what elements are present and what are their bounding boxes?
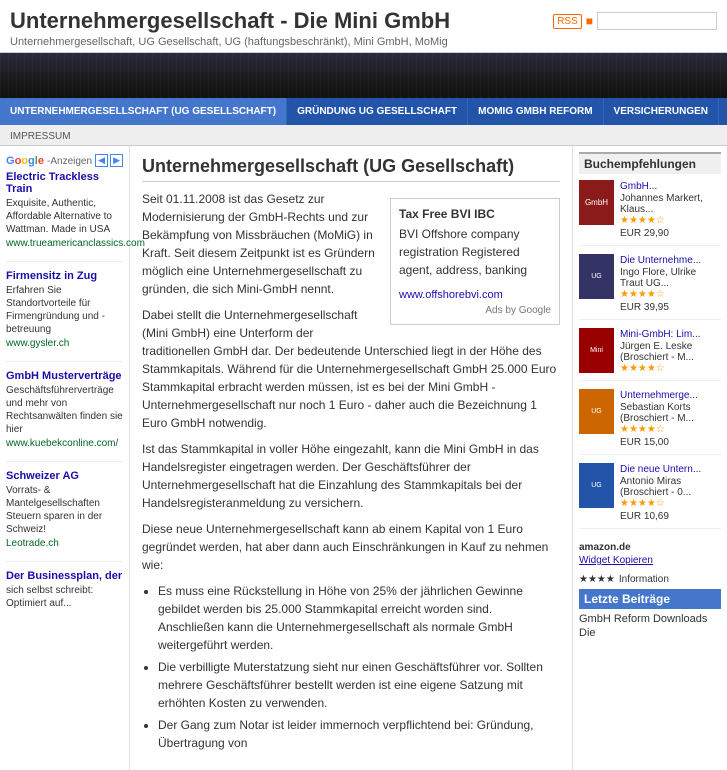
ad-desc: sich selbst schreibt: Optimiert auf... <box>6 584 123 610</box>
ad-prev[interactable]: ◀ <box>95 154 108 167</box>
ad-url[interactable]: www.kuebekconline.com/ <box>6 438 123 449</box>
ad-url[interactable]: Leotrade.ch <box>6 538 123 549</box>
book-info: Mini-GmbH: Lim... Jürgen E. Leske (Brosc… <box>620 328 721 374</box>
impressum-link[interactable]: IMPRESSUM <box>10 131 71 142</box>
book-title[interactable]: Mini-GmbH: Lim... <box>620 328 721 341</box>
ad-item: GmbH Musterverträge Geschäftsführervertr… <box>6 370 123 462</box>
nav-item-ug[interactable]: UNTERNEHMERGESELLSCHAFT (UG GESELLSCHAFT… <box>0 98 287 125</box>
google-ads-header: Google -Anzeigen ◀ ▶ <box>6 154 123 167</box>
ad-desc: Exquisite, Authentic, Affordable Alterna… <box>6 197 123 236</box>
content-para4: Diese neue Unternehmergesellschaft kann … <box>142 520 560 574</box>
header: Unternehmergesellschaft - Die Mini GmbH … <box>0 0 727 53</box>
ad-url[interactable]: www.trueamericanclassics.com <box>6 238 123 249</box>
nav: UNTERNEHMERGESELLSCHAFT (UG GESELLSCHAFT… <box>0 98 727 125</box>
book-title[interactable]: Die neue Untern... <box>620 463 721 476</box>
google-logo: Google -Anzeigen <box>6 155 92 167</box>
book-author: Antonio Miras (Broschiert - 0... <box>620 476 721 498</box>
nav-item-versicherungen[interactable]: VERSICHERUNGEN <box>604 98 719 125</box>
book-item: Mini Mini-GmbH: Lim... Jürgen E. Leske (… <box>579 328 721 381</box>
book-item: UG Die Unternehme... Ingo Flore, Ulrike … <box>579 254 721 320</box>
list-item: Der Gang zum Notar ist leider immernoch … <box>158 716 560 752</box>
tax-box-desc: BVI Offshore company registration Regist… <box>399 225 551 279</box>
ad-item: Schweizer AG Vorrats- & Mantelgesellscha… <box>6 470 123 562</box>
ad-item: Electric Trackless Train Exquisite, Auth… <box>6 171 123 262</box>
ad-title[interactable]: Electric Trackless Train <box>6 171 123 195</box>
site-title: Unternehmergesellschaft - Die Mini GmbH <box>10 8 450 34</box>
book-title[interactable]: GmbH... <box>620 180 721 193</box>
rss-feed-icon: ■ <box>586 14 593 28</box>
book-cover: UG <box>579 463 614 508</box>
book-stars: ★★★★☆ <box>620 215 721 226</box>
main-layout: Google -Anzeigen ◀ ▶ Electric Trackless … <box>0 146 727 770</box>
book-author: Johannes Markert, Klaus... <box>620 193 721 215</box>
book-price: EUR 15,00 <box>620 437 721 448</box>
book-stars: ★★★★☆ <box>620 363 721 374</box>
book-cover: UG <box>579 389 614 434</box>
tax-box-title: Tax Free BVI IBC <box>399 207 551 221</box>
left-sidebar: Google -Anzeigen ◀ ▶ Electric Trackless … <box>0 146 130 770</box>
book-price: EUR 39,95 <box>620 302 721 313</box>
header-tools: RSS ■ <box>553 12 717 30</box>
content-heading: Unternehmergesellschaft (UG Gesellschaft… <box>142 156 560 182</box>
book-item: UG Unternehmerge... Sebastian Korts (Bro… <box>579 389 721 455</box>
ad-title[interactable]: GmbH Musterverträge <box>6 370 123 382</box>
tax-box-url[interactable]: www.offshorebvi.com <box>399 289 503 301</box>
book-cover: GmbH <box>579 180 614 225</box>
letzte-item[interactable]: GmbH Reform Downloads <box>579 613 721 625</box>
ad-navigation: ◀ ▶ <box>95 154 123 167</box>
ad-item: Firmensitz in Zug Erfahren Sie Standortv… <box>6 270 123 362</box>
ad-desc: Erfahren Sie Standortvorteile für Firmen… <box>6 284 123 336</box>
book-author: Sebastian Korts (Broschiert - M... <box>620 402 721 424</box>
book-cover: UG <box>579 254 614 299</box>
letzte-item[interactable]: Die <box>579 627 721 639</box>
book-info: Die Unternehme... Ingo Flore, Ulrike Tra… <box>620 254 721 313</box>
nav-banner <box>0 53 727 98</box>
ad-url[interactable]: www.gysler.ch <box>6 338 123 349</box>
book-stars: ★★★★☆ <box>620 498 721 509</box>
ad-title[interactable]: Der Businessplan, der <box>6 570 123 582</box>
nav-item-gruendung[interactable]: GRÜNDUNG UG GESELLSCHAFT <box>287 98 468 125</box>
content-para3: Ist das Stammkapital in voller Höhe eing… <box>142 440 560 512</box>
book-info: Unternehmerge... Sebastian Korts (Brosch… <box>620 389 721 448</box>
ad-item: Der Businessplan, der sich selbst schrei… <box>6 570 123 618</box>
list-item: Es muss eine Rückstellung in Höhe von 25… <box>158 582 560 654</box>
rss-icon[interactable]: RSS <box>553 14 582 29</box>
book-title[interactable]: Unternehmerge... <box>620 389 721 402</box>
book-info: Die neue Untern... Antonio Miras (Brosch… <box>620 463 721 522</box>
book-stars: ★★★★☆ <box>620 289 721 300</box>
ad-desc: Vorrats- & Mantelgesellschaften Steuern … <box>6 484 123 536</box>
impressum-bar: IMPRESSUM <box>0 125 727 146</box>
nav-item-momig[interactable]: MOMIG GMBH REFORM <box>468 98 603 125</box>
search-input[interactable] <box>597 12 717 30</box>
ad-next[interactable]: ▶ <box>110 154 123 167</box>
letzte-title: Letzte Beiträge <box>579 589 721 609</box>
book-item: UG Die neue Untern... Antonio Miras (Bro… <box>579 463 721 529</box>
ad-title[interactable]: Schweizer AG <box>6 470 123 482</box>
ads-by-google: Ads by Google <box>399 305 551 316</box>
ad-desc: Geschäftsführerverträge und mehr von Rec… <box>6 384 123 436</box>
book-title[interactable]: Die Unternehme... <box>620 254 721 267</box>
widget-info[interactable]: Information <box>619 574 669 585</box>
right-sidebar: Buchempfehlungen GmbH GmbH... Johannes M… <box>572 146 727 770</box>
nav-item-geschaeftskonto[interactable]: GESCHÄFTSKONTO <box>719 98 727 125</box>
site-subtitle: Unternehmergesellschaft, UG Gesellschaft… <box>10 36 450 48</box>
main-content: Unternehmergesellschaft (UG Gesellschaft… <box>130 146 572 770</box>
list-item: Die verbilligte Muterstatzung sieht nur … <box>158 658 560 712</box>
amazon-section: amazon.de Widget Kopieren ★★★★ Informati… <box>579 537 721 585</box>
book-author: Jürgen E. Leske (Broschiert - M... <box>620 341 721 363</box>
amazon-logo: amazon.de <box>579 537 721 553</box>
buch-section-title: Buchempfehlungen <box>579 152 721 174</box>
ad-title[interactable]: Firmensitz in Zug <box>6 270 123 282</box>
book-cover: Mini <box>579 328 614 373</box>
book-stars: ★★★★☆ <box>620 424 721 435</box>
tax-box: Tax Free BVI IBC BVI Offshore company re… <box>390 198 560 325</box>
book-author: Ingo Flore, Ulrike Traut UG... <box>620 267 721 289</box>
widget-rating: ★★★★ Information <box>579 574 721 585</box>
book-item: GmbH GmbH... Johannes Markert, Klaus... … <box>579 180 721 246</box>
bullet-list: Es muss eine Rückstellung in Höhe von 25… <box>158 582 560 752</box>
widget-copy-btn[interactable]: Widget Kopieren <box>579 555 721 566</box>
book-info: GmbH... Johannes Markert, Klaus... ★★★★☆… <box>620 180 721 239</box>
book-price: EUR 29,90 <box>620 228 721 239</box>
book-price: EUR 10,69 <box>620 511 721 522</box>
